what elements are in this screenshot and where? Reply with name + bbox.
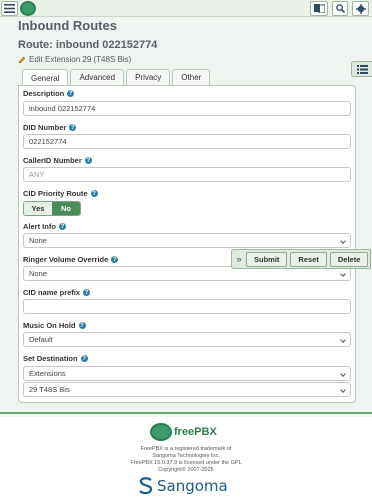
reset-button[interactable]: Reset [290,251,327,267]
description-input[interactable]: inbound 022152774 [23,101,351,116]
side-list-toggle-button[interactable] [351,61,372,77]
cid-priority-label: CID Priority Route? [23,189,98,198]
destination-target-select[interactable]: 29 T48S Bis [23,382,351,397]
route-title: Route: inbound 022152774 [18,39,158,51]
freepbx-logo-icon [150,423,172,441]
hamburger-icon [4,4,15,13]
footer-trademark-line2: Sangoma Technologies Inc. [152,453,220,459]
tab-general[interactable]: General [22,69,69,86]
edit-extension-link[interactable]: Edit Extension 29 (T48S Bis) [18,55,131,64]
description-label: Description? [23,89,75,98]
tab-bar: General Advanced Privacy Other [22,69,211,86]
tab-other[interactable]: Other [172,69,211,85]
help-icon[interactable]: ? [78,322,86,329]
freepbx-logo-icon[interactable] [20,1,36,16]
cid-name-prefix-label: CID name prefix? [23,288,91,297]
music-on-hold-label: Music On Hold? [23,321,86,330]
footer-trademark-line1: FreePBX is a registered trademark of [140,446,232,452]
collapse-chevron-icon[interactable]: » [235,254,243,264]
sangoma-logo[interactable]: Sangoma [138,477,228,495]
delete-button[interactable]: Delete [329,251,369,267]
action-bar: » Submit Reset Delete [231,249,371,269]
top-navbar [0,0,372,17]
alert-info-label: Alert Info? [23,222,66,231]
did-number-input[interactable]: 022152774 [23,134,351,149]
settings-button[interactable] [352,1,369,16]
freepbx-brand-text: freePBX [174,426,217,438]
cid-priority-toggle: Yes No [23,201,81,216]
footer-copyright-line: Copyright© 2007-2025 [158,467,214,473]
set-destination-label: Set Destination? [23,354,88,363]
callerid-number-input[interactable]: ANY [23,167,351,182]
destination-type-select[interactable]: Extensions [23,366,351,381]
language-button[interactable] [310,1,328,16]
alert-info-select[interactable]: None [23,233,351,248]
help-icon[interactable]: ? [111,256,119,263]
help-icon[interactable]: ? [67,90,75,97]
music-on-hold-select[interactable]: Default [23,332,351,347]
submit-button[interactable]: Submit [246,251,288,267]
help-icon[interactable]: ? [80,355,88,362]
tab-privacy[interactable]: Privacy [126,69,171,85]
pencil-icon [18,56,26,63]
help-icon[interactable]: ? [58,223,66,230]
sangoma-s-icon [139,477,153,495]
help-icon[interactable]: ? [84,157,92,164]
help-icon[interactable]: ? [90,190,98,197]
list-icon [356,64,368,74]
translate-icon [313,4,325,13]
search-icon [335,4,345,13]
cid-name-prefix-input[interactable] [23,299,351,314]
page-title: Inbound Routes [18,18,117,33]
sangoma-brand-text: Sangoma [157,477,228,495]
tab-advanced[interactable]: Advanced [70,69,125,85]
cid-priority-yes-option[interactable]: Yes [24,202,52,215]
cid-priority-no-option[interactable]: No [52,202,80,215]
menu-toggle-button[interactable] [1,1,18,16]
freepbx-footer-logo[interactable]: freePBX [150,423,217,441]
gear-icon [355,3,366,14]
ringer-volume-label: Ringer Volume Override? [23,255,119,264]
help-icon[interactable]: ? [83,289,91,296]
footer-divider [0,412,372,414]
search-button[interactable] [332,1,348,16]
footer-license-line: FreePBX 15.0.37.9 is licensed under the … [130,460,242,466]
help-icon[interactable]: ? [69,124,77,131]
did-number-label: DID Number? [23,123,77,132]
callerid-number-label: CallerID Number? [23,156,92,165]
edit-extension-label: Edit Extension 29 (T48S Bis) [29,55,132,64]
